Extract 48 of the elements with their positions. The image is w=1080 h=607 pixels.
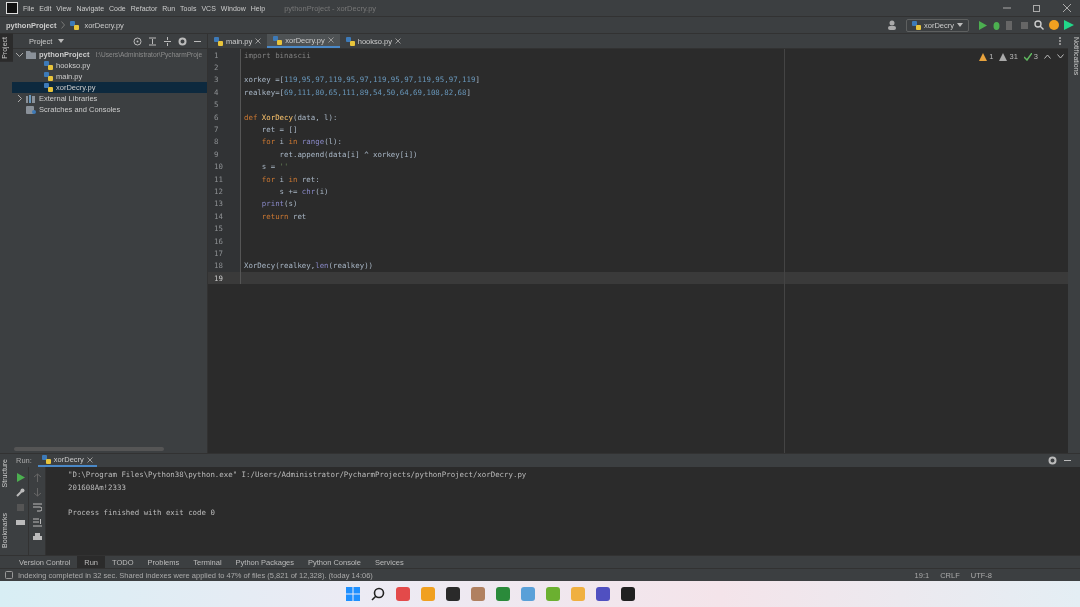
python-file-icon [273, 35, 283, 45]
stop-icon [15, 503, 25, 512]
up-arrow-icon [32, 473, 42, 482]
python-file-icon [214, 36, 223, 46]
start-icon[interactable] [345, 587, 360, 601]
python-file-icon [44, 61, 53, 70]
settings-icon[interactable] [178, 36, 187, 46]
python-file-icon [70, 20, 80, 30]
run-icon[interactable] [978, 20, 987, 30]
close-icon[interactable] [327, 37, 334, 43]
soft-wrap-icon[interactable] [32, 503, 42, 512]
chevron-right-icon [61, 21, 66, 29]
scratch-icon [26, 105, 36, 114]
expand-icon[interactable] [148, 36, 157, 46]
close-icon[interactable] [394, 38, 401, 44]
scroll-to-end-icon[interactable] [32, 518, 42, 527]
python-file-icon [345, 36, 355, 46]
dropdown-arrow-icon [957, 23, 963, 27]
close-icon[interactable] [255, 38, 262, 44]
python-file-icon [44, 72, 53, 81]
python-file-icon [912, 20, 921, 30]
locate-icon[interactable] [133, 36, 142, 46]
down-arrow-icon [32, 488, 42, 497]
previous-icon[interactable] [1044, 54, 1051, 59]
close-icon[interactable] [1062, 3, 1072, 13]
more-icon[interactable] [1058, 36, 1062, 46]
dropdown-arrow-icon[interactable] [58, 39, 65, 43]
search-icon[interactable] [1034, 20, 1044, 30]
library-icon [26, 94, 36, 103]
wrench-icon[interactable] [15, 488, 25, 497]
layout-icon[interactable] [15, 518, 25, 527]
status-icon[interactable] [5, 571, 13, 579]
chevron-icon[interactable] [16, 95, 23, 102]
collapse-icon[interactable] [163, 36, 172, 46]
print-icon[interactable] [32, 533, 42, 542]
taskbar-app-icon[interactable] [620, 587, 635, 601]
settings-icon[interactable] [1048, 456, 1057, 465]
folder-icon [26, 50, 36, 59]
taskbar-app-icon[interactable] [445, 587, 460, 601]
chevron-icon[interactable] [16, 51, 23, 58]
python-file-icon [41, 455, 51, 464]
rerun-icon[interactable] [15, 473, 25, 482]
search-icon[interactable] [370, 587, 385, 601]
next-icon[interactable] [1057, 54, 1064, 59]
restore-icon[interactable] [1032, 3, 1042, 13]
app-logo-icon [6, 2, 18, 14]
close-icon[interactable] [86, 456, 93, 463]
python-file-icon [44, 83, 53, 92]
